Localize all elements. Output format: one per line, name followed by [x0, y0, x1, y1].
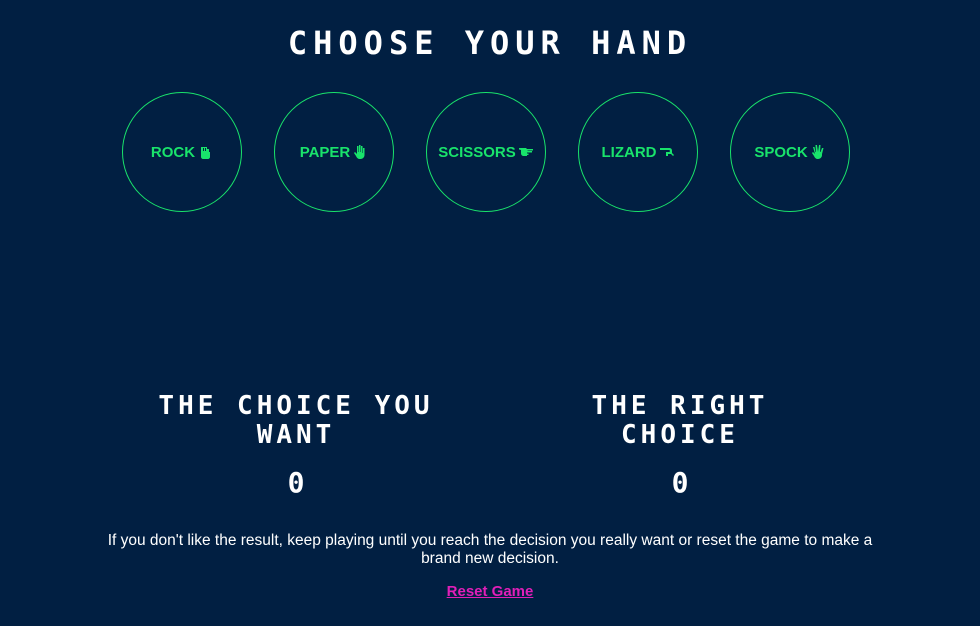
reset-game-link[interactable]: Reset Game: [447, 583, 534, 600]
open-hand-icon: [352, 144, 368, 160]
page-title: CHOOSE YOUR HAND: [287, 24, 693, 62]
hand-button-lizard[interactable]: LIZARD: [578, 92, 698, 212]
right-choice-score: THE RIGHT CHOICE 0: [565, 391, 795, 500]
right-choice-title: THE RIGHT CHOICE: [591, 391, 769, 450]
hand-label-rock: ROCK: [150, 143, 196, 161]
player-choice-title: THE CHOICE YOU WANT: [158, 391, 434, 450]
lizard-hand-icon: [659, 144, 675, 160]
hand-button-rock[interactable]: ROCK: [122, 92, 242, 212]
player-choice-score: THE CHOICE YOU WANT 0: [128, 391, 464, 500]
hand-label-spock: SPOCK: [754, 143, 808, 161]
player-choice-value: 0: [287, 466, 305, 499]
hand-button-scissors[interactable]: SCISSORS: [426, 92, 546, 212]
vulcan-salute-icon: [810, 144, 826, 160]
hand-button-paper[interactable]: PAPER: [274, 92, 394, 212]
instructions-text: If you don't like the result, keep playi…: [107, 532, 873, 567]
hand-options: ROCK PAPER SCISSORS LIZARD SPOCK: [122, 92, 850, 212]
hand-label-paper: PAPER: [299, 143, 351, 161]
game-page: CHOOSE YOUR HAND ROCK PAPER SCISSORS LIZ…: [0, 0, 980, 626]
scissors-hand-icon: [518, 144, 534, 160]
right-choice-value: 0: [671, 466, 689, 499]
reset-container: Reset Game: [0, 583, 980, 600]
hand-button-spock[interactable]: SPOCK: [730, 92, 850, 212]
hand-label-lizard: LIZARD: [601, 143, 657, 161]
hand-label-scissors: SCISSORS: [438, 143, 516, 161]
fist-hand-icon: [197, 144, 213, 160]
